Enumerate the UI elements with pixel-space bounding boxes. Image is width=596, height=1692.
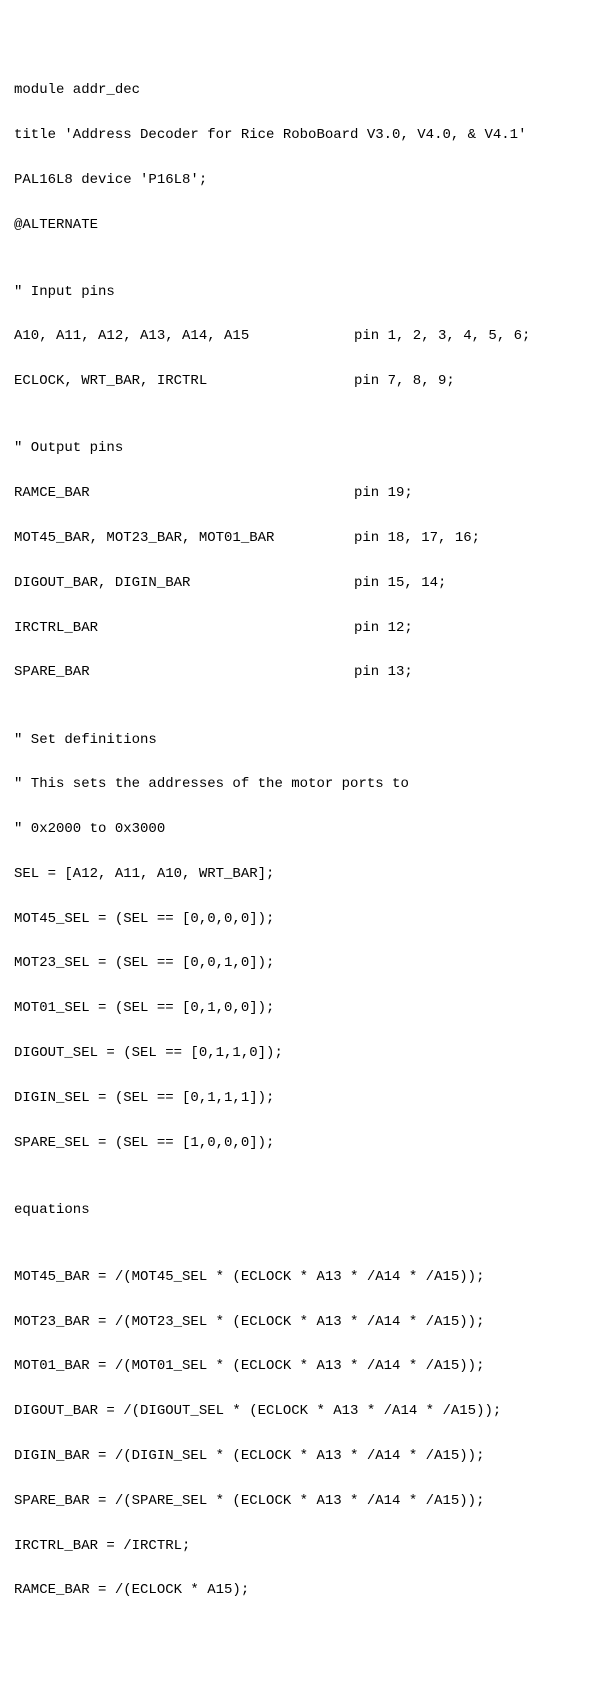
code-line: IRCTRL_BAR = /IRCTRL; [14, 1535, 582, 1557]
comment-line: " Set definitions [14, 729, 582, 751]
code-line: MOT23_SEL = (SEL == [0,0,1,0]); [14, 952, 582, 974]
code-line: title 'Address Decoder for Rice RoboBoar… [14, 124, 582, 146]
pin-decl-right: pin 1, 2, 3, 4, 5, 6; [354, 325, 582, 347]
code-line: MOT45_BAR = /(MOT45_SEL * (ECLOCK * A13 … [14, 1266, 582, 1288]
code-line: PAL16L8 device 'P16L8'; [14, 169, 582, 191]
code-line: SPARE_BAR = /(SPARE_SEL * (ECLOCK * A13 … [14, 1490, 582, 1512]
comment-line: " 0x2000 to 0x3000 [14, 818, 582, 840]
code-line: @ALTERNATE [14, 214, 582, 236]
comment-line: " Output pins [14, 437, 582, 459]
code-line: MOT45_SEL = (SEL == [0,0,0,0]); [14, 908, 582, 930]
pin-decl-right: pin 13; [354, 661, 582, 683]
pin-decl-right: pin 15, 14; [354, 572, 582, 594]
pin-decl-left: RAMCE_BAR [14, 482, 354, 504]
comment-line: " This sets the addresses of the motor p… [14, 773, 582, 795]
code-line: module addr_dec [14, 79, 582, 101]
code-line: RAMCE_BAR = /(ECLOCK * A15); [14, 1579, 582, 1601]
code-line: DIGIN_BAR = /(DIGIN_SEL * (ECLOCK * A13 … [14, 1445, 582, 1467]
code-line: MOT01_BAR = /(MOT01_SEL * (ECLOCK * A13 … [14, 1355, 582, 1377]
code-line: MOT01_SEL = (SEL == [0,1,0,0]); [14, 997, 582, 1019]
pin-decl-left: IRCTRL_BAR [14, 617, 354, 639]
pin-decl-left: SPARE_BAR [14, 661, 354, 683]
comment-line: " Input pins [14, 281, 582, 303]
pin-decl-left: MOT45_BAR, MOT23_BAR, MOT01_BAR [14, 527, 354, 549]
code-line: DIGIN_SEL = (SEL == [0,1,1,1]); [14, 1087, 582, 1109]
code-line: SPARE_SEL = (SEL == [1,0,0,0]); [14, 1132, 582, 1154]
pin-decl-right: pin 19; [354, 482, 582, 504]
pin-decl-right: pin 7, 8, 9; [354, 370, 582, 392]
section-header: equations [14, 1199, 582, 1221]
pin-decl-left: ECLOCK, WRT_BAR, IRCTRL [14, 370, 354, 392]
code-line: DIGOUT_SEL = (SEL == [0,1,1,0]); [14, 1042, 582, 1064]
code-line: SEL = [A12, A11, A10, WRT_BAR]; [14, 863, 582, 885]
pin-decl-right: pin 12; [354, 617, 582, 639]
code-line: MOT23_BAR = /(MOT23_SEL * (ECLOCK * A13 … [14, 1311, 582, 1333]
code-line: DIGOUT_BAR = /(DIGOUT_SEL * (ECLOCK * A1… [14, 1400, 582, 1422]
pin-decl-right: pin 18, 17, 16; [354, 527, 582, 549]
pin-decl-left: A10, A11, A12, A13, A14, A15 [14, 325, 354, 347]
pin-decl-left: DIGOUT_BAR, DIGIN_BAR [14, 572, 354, 594]
